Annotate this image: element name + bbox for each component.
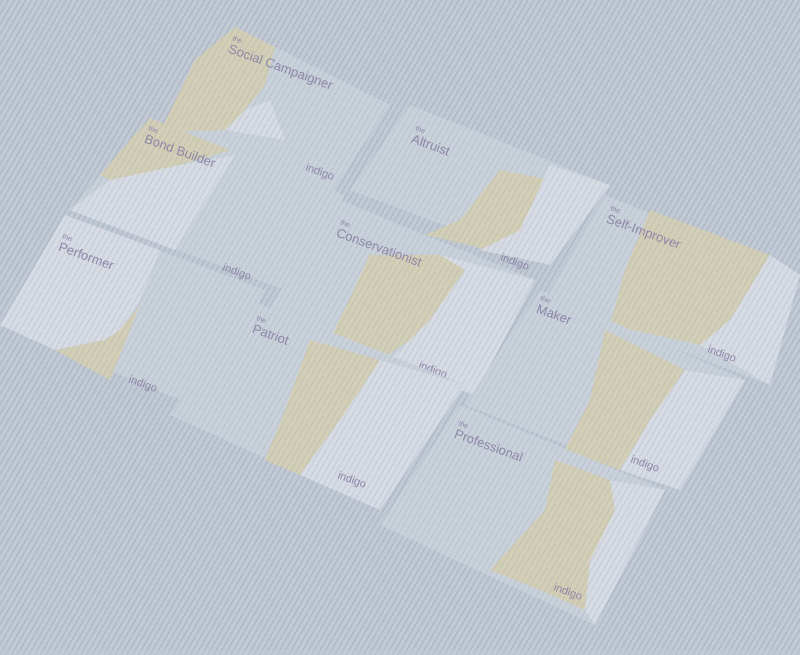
card-collage: the Social Campaigner indigo the Altruis… bbox=[0, 0, 800, 650]
